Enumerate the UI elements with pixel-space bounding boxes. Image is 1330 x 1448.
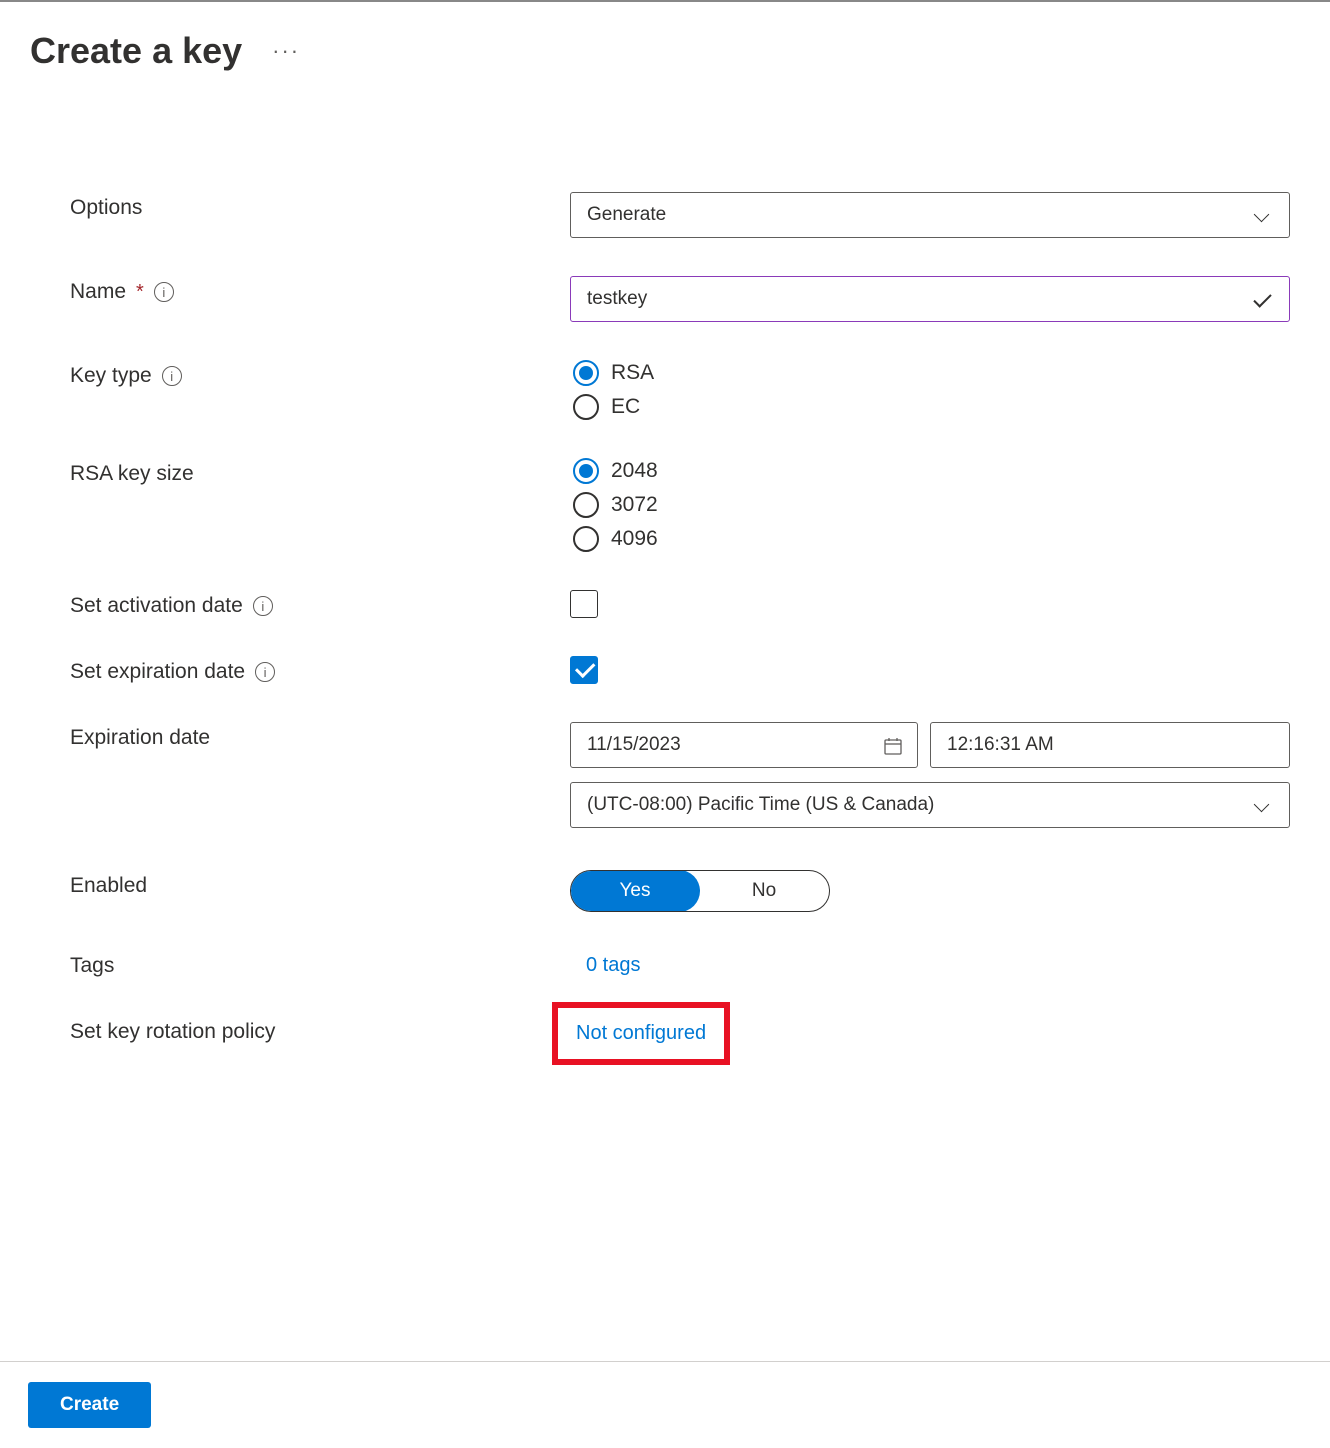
chevron-down-icon — [1253, 795, 1273, 815]
key-type-radio-ec[interactable]: EC — [573, 394, 1290, 420]
radio-icon — [573, 458, 599, 484]
date-value: 11/15/2023 — [587, 734, 681, 756]
radio-icon — [573, 394, 599, 420]
radio-label: 3072 — [611, 493, 658, 517]
timezone-value: (UTC-08:00) Pacific Time (US & Canada) — [587, 794, 934, 816]
info-icon[interactable]: i — [154, 282, 174, 302]
rsa-size-radio-4096[interactable]: 4096 — [573, 526, 1290, 552]
create-button[interactable]: Create — [28, 1382, 151, 1428]
expiration-toggle-label: Set expiration date i — [70, 656, 570, 684]
calendar-icon — [883, 736, 901, 754]
tags-label: Tags — [70, 950, 570, 978]
checkmark-icon — [1251, 288, 1273, 310]
activation-checkbox[interactable] — [570, 590, 598, 618]
name-label: Name * i — [70, 276, 570, 304]
timezone-select[interactable]: (UTC-08:00) Pacific Time (US & Canada) — [570, 782, 1290, 828]
info-icon[interactable]: i — [253, 596, 273, 616]
toggle-yes[interactable]: Yes — [570, 870, 700, 912]
required-star-icon: * — [136, 281, 144, 304]
radio-label: 2048 — [611, 459, 658, 483]
expiration-checkbox[interactable] — [570, 656, 598, 684]
rsa-size-radio-3072[interactable]: 3072 — [573, 492, 1290, 518]
page-title: Create a key — [30, 30, 242, 72]
radio-label: RSA — [611, 361, 654, 385]
enabled-label: Enabled — [70, 870, 570, 898]
toggle-no[interactable]: No — [699, 871, 829, 911]
radio-label: EC — [611, 395, 640, 419]
info-icon[interactable]: i — [255, 662, 275, 682]
expiration-date-input[interactable]: 11/15/2023 — [570, 722, 918, 768]
options-value: Generate — [587, 204, 666, 226]
expiration-time-input[interactable]: 12:16:31 AM — [930, 722, 1290, 768]
more-actions-icon[interactable]: ··· — [272, 38, 300, 64]
chevron-down-icon — [1253, 205, 1273, 225]
options-label: Options — [70, 192, 570, 220]
activation-date-label: Set activation date i — [70, 590, 570, 618]
rotation-policy-link[interactable]: Not configured — [576, 1022, 706, 1045]
options-select[interactable]: Generate — [570, 192, 1290, 238]
rotation-highlight-box: Not configured — [552, 1002, 730, 1065]
info-icon[interactable]: i — [162, 366, 182, 386]
key-type-label: Key type i — [70, 360, 570, 388]
time-value: 12:16:31 AM — [947, 734, 1054, 756]
key-type-radio-rsa[interactable]: RSA — [573, 360, 1290, 386]
radio-label: 4096 — [611, 527, 658, 551]
rotation-policy-label: Set key rotation policy — [70, 1016, 570, 1044]
tags-link[interactable]: 0 tags — [586, 950, 1290, 977]
rsa-size-radio-2048[interactable]: 2048 — [573, 458, 1290, 484]
enabled-toggle[interactable]: Yes No — [570, 870, 830, 912]
expiration-date-label: Expiration date — [70, 722, 570, 750]
name-value: testkey — [587, 288, 647, 310]
rsa-key-size-label: RSA key size — [70, 458, 570, 486]
radio-icon — [573, 492, 599, 518]
radio-icon — [573, 360, 599, 386]
radio-icon — [573, 526, 599, 552]
name-input[interactable]: testkey — [570, 276, 1290, 322]
